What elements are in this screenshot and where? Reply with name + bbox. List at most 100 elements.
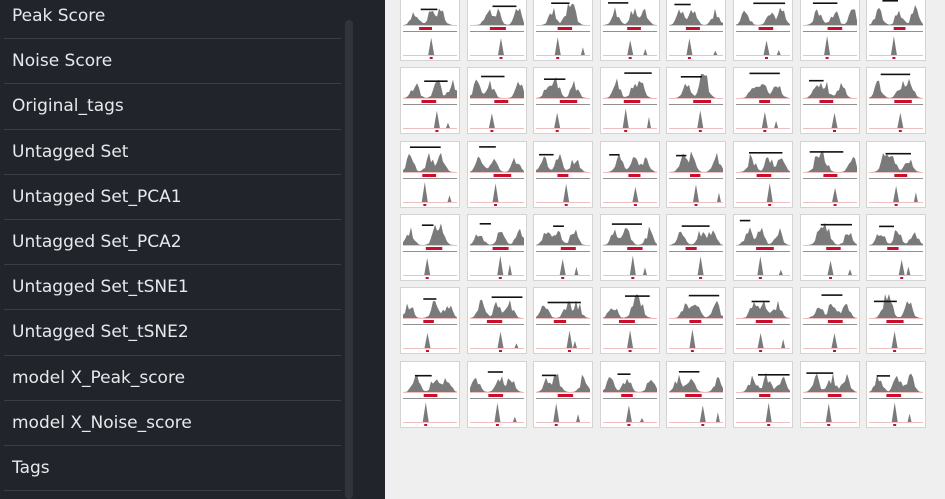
plot-thumbnail[interactable] — [533, 287, 594, 355]
peak-signal-plot-icon — [403, 298, 457, 353]
plot-thumbnail[interactable] — [733, 0, 793, 61]
sidebar-item-untagged-set-pca1[interactable]: Untagged Set_PCA1 — [4, 175, 341, 220]
sidebar-item-model-x-noise-score[interactable]: model X_Noise_score — [4, 401, 341, 446]
plot-thumbnail[interactable] — [400, 67, 460, 135]
peak-signal-plot-icon — [536, 2, 591, 59]
plot-thumbnail[interactable] — [666, 140, 727, 208]
peak-signal-plot-icon — [869, 294, 924, 353]
peak-signal-plot-icon — [536, 373, 591, 426]
plot-thumbnail[interactable] — [733, 67, 793, 135]
peak-signal-plot-icon — [536, 77, 591, 133]
plot-thumbnail[interactable] — [866, 360, 927, 428]
peak-signal-plot-icon — [602, 153, 657, 206]
plot-thumbnail[interactable] — [799, 140, 860, 208]
plot-thumbnail[interactable] — [799, 360, 860, 428]
peak-signal-plot-icon — [469, 5, 524, 59]
plot-thumbnail[interactable] — [599, 287, 660, 355]
plot-thumbnail[interactable] — [400, 287, 460, 355]
peak-signal-plot-icon — [469, 222, 524, 279]
peak-signal-plot-icon — [802, 371, 857, 426]
peak-signal-plot-icon — [669, 3, 724, 59]
peak-signal-plot-icon — [403, 373, 457, 426]
sidebar-item-noise-score[interactable]: Noise Score — [4, 39, 341, 85]
plot-thumbnail[interactable] — [666, 0, 727, 61]
peak-signal-plot-icon — [602, 372, 657, 426]
plot-thumbnail[interactable] — [466, 67, 527, 135]
sidebar-item-untagged-set-tsne2[interactable]: Untagged Set_tSNE2 — [4, 310, 341, 356]
plot-thumbnail[interactable] — [799, 213, 860, 281]
plot-thumbnail[interactable] — [400, 213, 460, 281]
peak-signal-plot-icon — [869, 0, 924, 59]
plot-thumbnail[interactable] — [733, 360, 793, 428]
plot-thumbnail[interactable] — [466, 140, 527, 208]
sidebar-scrollbar-thumb[interactable] — [345, 20, 353, 499]
plot-thumbnail[interactable] — [599, 0, 660, 61]
plot-thumbnail[interactable] — [799, 67, 860, 135]
sidebar-item-tags[interactable]: Tags — [4, 446, 341, 492]
plot-thumbnail[interactable] — [599, 140, 660, 208]
peak-signal-plot-icon — [669, 150, 724, 206]
peak-signal-plot-icon — [669, 225, 724, 279]
plot-thumbnail[interactable] — [866, 67, 927, 135]
sidebar-item-untagged-set[interactable]: Untagged Set — [4, 130, 341, 175]
peak-signal-plot-icon — [536, 153, 591, 206]
plot-thumbnail[interactable] — [666, 287, 727, 355]
sidebar-item-untagged-set-pca2[interactable]: Untagged Set_PCA2 — [4, 220, 341, 266]
sidebar-item-peak-score[interactable]: Peak Score — [4, 0, 341, 40]
plot-thumbnail[interactable] — [533, 67, 594, 135]
peak-signal-plot-icon — [869, 73, 924, 133]
sidebar-item-untagged-set-tsne1[interactable]: Untagged Set_tSNE1 — [4, 265, 341, 311]
peak-signal-plot-icon — [736, 151, 790, 206]
peak-signal-plot-icon — [403, 223, 457, 279]
plot-thumbnail[interactable] — [866, 287, 927, 355]
plot-thumbnail[interactable] — [533, 0, 594, 61]
sidebar: Peak Score Noise Score Original_tags Unt… — [0, 0, 385, 499]
plot-thumbnail[interactable] — [400, 360, 460, 428]
plot-thumbnail[interactable] — [866, 140, 927, 208]
plot-thumbnail[interactable] — [866, 0, 927, 61]
sidebar-item-model-x-peak-score[interactable]: model X_Peak_score — [4, 356, 341, 401]
peak-signal-plot-icon — [802, 80, 857, 133]
peak-signal-plot-icon — [669, 294, 724, 353]
plot-thumbnail[interactable] — [466, 360, 527, 428]
plot-thumbnail[interactable] — [400, 0, 460, 61]
plot-thumbnail[interactable] — [666, 360, 727, 428]
peak-signal-plot-icon — [469, 296, 524, 353]
peak-signal-plot-icon — [469, 145, 524, 206]
plot-thumbnail[interactable] — [599, 67, 660, 135]
sidebar-list: Peak Score Noise Score Original_tags Unt… — [4, 0, 341, 492]
peak-signal-plot-icon — [736, 372, 790, 426]
plot-thumbnail[interactable] — [400, 140, 460, 208]
peak-signal-plot-icon — [802, 150, 857, 206]
plot-thumbnail[interactable] — [733, 287, 793, 355]
peak-signal-plot-icon — [469, 370, 524, 426]
peak-signal-plot-icon — [802, 294, 857, 353]
plot-thumbnail[interactable] — [866, 213, 927, 281]
plot-thumbnail[interactable] — [466, 0, 527, 61]
plot-thumbnail[interactable] — [733, 213, 793, 281]
plot-thumbnail[interactable] — [666, 213, 727, 281]
peak-signal-plot-icon — [802, 222, 857, 279]
plot-thumbnail[interactable] — [466, 213, 527, 281]
peak-signal-plot-icon — [602, 2, 657, 59]
peak-signal-plot-icon — [536, 225, 591, 279]
plot-thumbnail[interactable] — [466, 287, 527, 355]
peak-signal-plot-icon — [669, 74, 724, 133]
plot-thumbnail[interactable] — [533, 213, 594, 281]
plot-thumbnail[interactable] — [799, 0, 860, 61]
sidebar-scrollbar[interactable] — [345, 20, 353, 499]
plot-thumbnail[interactable] — [533, 360, 594, 428]
plot-thumbnail[interactable] — [599, 360, 660, 428]
peak-signal-plot-icon — [669, 370, 724, 426]
plot-thumbnail[interactable] — [533, 140, 594, 208]
peak-signal-plot-icon — [869, 152, 924, 206]
peak-signal-plot-icon — [869, 225, 924, 279]
sidebar-item-original-tags[interactable]: Original_tags — [4, 84, 341, 130]
thumbnail-gallery — [385, 0, 945, 499]
peak-signal-plot-icon — [403, 145, 457, 206]
peak-signal-plot-icon — [602, 223, 657, 279]
plot-thumbnail[interactable] — [599, 213, 660, 281]
plot-thumbnail[interactable] — [733, 140, 793, 208]
plot-thumbnail[interactable] — [799, 287, 860, 355]
plot-thumbnail[interactable] — [666, 67, 727, 135]
